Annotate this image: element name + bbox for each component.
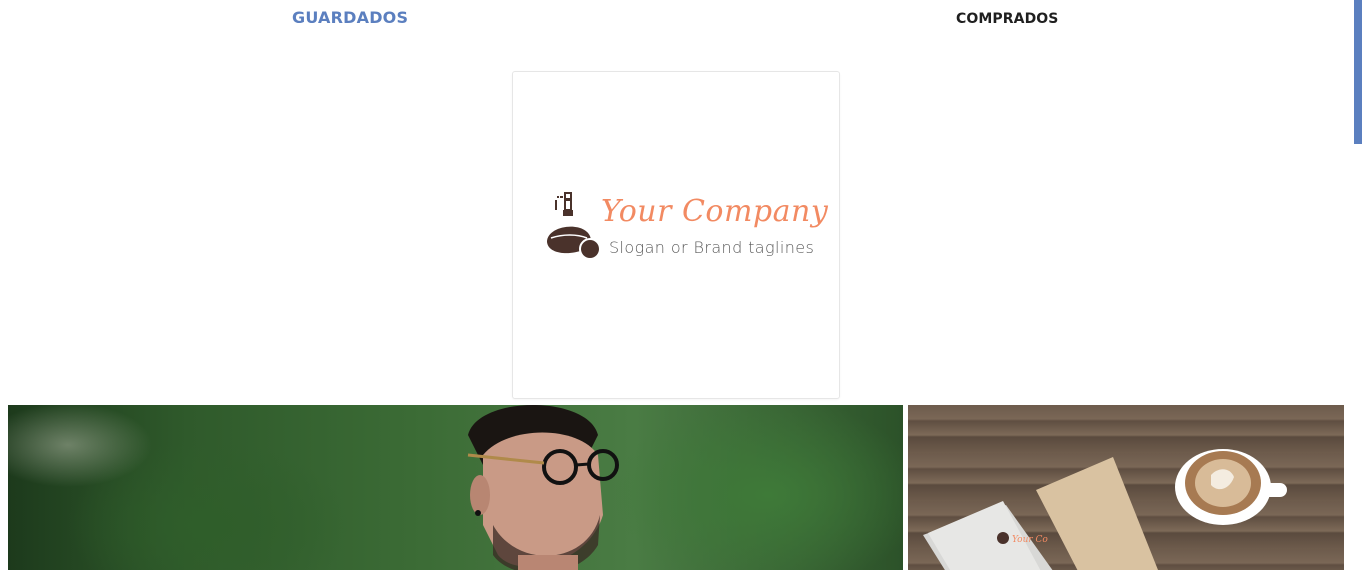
man-portrait-image bbox=[467, 405, 619, 570]
desk-mockup-image: Your Co bbox=[923, 449, 1287, 570]
tab-saved[interactable]: GUARDADOS bbox=[292, 6, 408, 30]
saved-designs-page: GUARDADOS COMPRADOS Your Company Slogan … bbox=[0, 0, 1362, 570]
photo-desk-mockup[interactable]: Your Co bbox=[908, 405, 1344, 570]
tab-bought[interactable]: COMPRADOS bbox=[956, 7, 1059, 31]
logo-company-name: Your Company bbox=[601, 194, 829, 229]
svg-text:Your Co: Your Co bbox=[1012, 535, 1048, 545]
perfume-bottle-icon bbox=[547, 192, 601, 260]
scrollbar-thumb[interactable] bbox=[1354, 0, 1362, 144]
logo-slogan: Slogan or Brand taglines bbox=[609, 238, 815, 257]
photo-man-glasses[interactable] bbox=[8, 405, 903, 570]
logo-design-card[interactable]: Your Company Slogan or Brand taglines bbox=[512, 71, 840, 399]
